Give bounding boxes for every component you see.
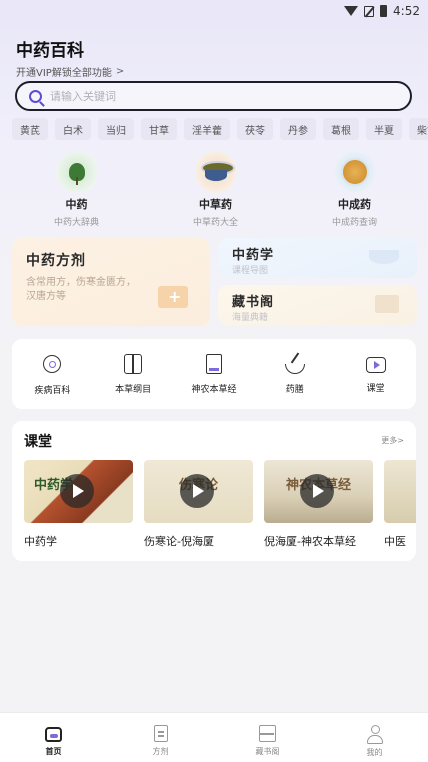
- document-icon: [153, 725, 168, 742]
- herb-tag[interactable]: 甘草: [141, 118, 177, 140]
- vip-text: 开通VIP解锁全部功能: [16, 68, 112, 79]
- video-play-icon: [365, 357, 386, 373]
- tab-prescriptions[interactable]: 方剂: [107, 713, 214, 762]
- category-patent-medicine[interactable]: 中成药 中成药查询: [285, 151, 424, 228]
- shortcut-classroom[interactable]: 课堂: [341, 354, 411, 394]
- course-thumbnail: [384, 460, 416, 523]
- bowl-icon: [369, 250, 399, 264]
- tab-library[interactable]: 藏书阁: [214, 713, 321, 762]
- book-icon: [124, 353, 143, 374]
- tab-label: 方剂: [152, 747, 169, 756]
- status-bar: 4:52: [0, 0, 428, 22]
- shortcut-label: 本草纲目: [115, 384, 152, 395]
- category-herbal-medicine[interactable]: 中草药 中草药大全: [146, 151, 285, 228]
- tab-label: 首页: [45, 747, 62, 756]
- shortcut-disease[interactable]: 疾病百科: [17, 353, 87, 396]
- course-thumbnail: 中药学: [24, 460, 133, 523]
- home-icon: [45, 727, 62, 742]
- classic-book-icon: [205, 353, 222, 374]
- card-title: 中药方剂: [26, 253, 86, 269]
- herb-tag-list: 黄芪 白术 当归 甘草 淫羊藿 茯苓 丹参 葛根 半夏 柴胡: [12, 118, 428, 140]
- play-icon[interactable]: [60, 474, 94, 508]
- header: 中药百科 开通VIP解锁全部功能 >: [16, 36, 124, 79]
- shortcut-medicinal-diet[interactable]: 药膳: [260, 354, 330, 395]
- mortar-icon: [284, 363, 305, 374]
- course-name: 倪海厦-神农本草经: [264, 535, 356, 548]
- shortcut-label: 药膳: [285, 384, 304, 395]
- category-subtitle: 中药大辞典: [53, 218, 99, 228]
- bookshelf-icon: [259, 725, 276, 742]
- play-icon[interactable]: [300, 474, 334, 508]
- search-bar[interactable]: [15, 81, 412, 111]
- play-icon[interactable]: [180, 474, 214, 508]
- category-row: 中药 中药大辞典 中草药 中草药大全 中成药 中成药查询: [0, 151, 428, 228]
- bottom-tab-bar: 首页 方剂 藏书阁 我的: [0, 712, 428, 762]
- card-description: 含常用方，伤寒金匮方，汉唐方等: [26, 277, 136, 302]
- herb-tag[interactable]: 当归: [98, 118, 134, 140]
- search-icon: [29, 89, 42, 103]
- status-time: 4:52: [393, 4, 420, 18]
- category-subtitle: 中成药查询: [331, 218, 377, 228]
- herb-tag[interactable]: 柴胡: [409, 118, 428, 140]
- shortcut-label: 课堂: [366, 384, 385, 394]
- category-chinese-medicine[interactable]: 中药 中药大辞典: [7, 151, 146, 228]
- herb-grain-image: [333, 151, 376, 193]
- course-thumbnail: 伤寒论: [144, 460, 253, 523]
- course-card[interactable]: 中药学 中药学: [24, 460, 133, 549]
- app-title: 中药百科: [16, 41, 84, 61]
- herb-bowl-image: [194, 151, 237, 193]
- category-subtitle: 中草药大全: [192, 218, 238, 228]
- tab-profile[interactable]: 我的: [321, 713, 428, 762]
- chevron-right-icon: >: [115, 66, 125, 77]
- category-title: 中药: [65, 198, 88, 211]
- herb-plant-image: [55, 151, 98, 193]
- herb-tag[interactable]: 茯苓: [237, 118, 273, 140]
- card-description: 课程导图: [232, 266, 269, 276]
- course-card[interactable]: 伤寒论 伤寒论-倪海厦: [144, 460, 253, 549]
- shortcut-compendium[interactable]: 本草纲目: [98, 353, 168, 395]
- herb-tag[interactable]: 黄芪: [12, 118, 48, 140]
- shortcut-label: 疾病百科: [34, 385, 71, 396]
- medicine-box-icon: [158, 286, 188, 308]
- course-name: 中医: [384, 535, 406, 548]
- more-link[interactable]: 更多>: [381, 435, 404, 446]
- no-sim-icon: [364, 5, 375, 17]
- herb-tag[interactable]: 丹参: [280, 118, 316, 140]
- section-title: 课堂: [24, 434, 52, 450]
- tab-home[interactable]: 首页: [0, 713, 107, 762]
- library-card[interactable]: 藏书阁 海量典籍: [218, 285, 417, 325]
- shortcut-shennong[interactable]: 神农本草经: [179, 353, 249, 395]
- virus-icon: [43, 354, 62, 373]
- search-input[interactable]: [50, 89, 350, 103]
- course-list: 中药学 中药学 伤寒论 伤寒论-倪海厦 神农本草经 倪海厦-神农本草经 中医: [24, 460, 416, 549]
- tab-label: 我的: [366, 748, 383, 757]
- category-title: 中成药: [338, 198, 371, 211]
- shortcut-panel: 疾病百科 本草纲目 神农本草经 药膳 课堂: [12, 339, 416, 409]
- tab-label: 藏书阁: [255, 747, 280, 756]
- user-icon: [366, 725, 384, 744]
- course-name: 中药学: [24, 535, 57, 548]
- course-panel: 课堂 更多> 中药学 中药学 伤寒论 伤寒论-倪海厦 神农本草经 倪海厦-神农本…: [12, 421, 416, 561]
- course-thumbnail: 神农本草经: [264, 460, 373, 523]
- prescription-card[interactable]: 中药方剂 含常用方，伤寒金匮方，汉唐方等: [12, 238, 210, 326]
- pharmacology-card[interactable]: 中药学 课程导图: [218, 238, 417, 278]
- wifi-icon: [344, 6, 359, 16]
- course-card[interactable]: 中医: [384, 460, 416, 549]
- herb-tag[interactable]: 葛根: [323, 118, 359, 140]
- card-description: 海量典籍: [232, 313, 269, 323]
- category-title: 中草药: [199, 198, 232, 211]
- herb-tag[interactable]: 淫羊藿: [184, 118, 230, 140]
- course-name: 伤寒论-倪海厦: [144, 535, 214, 548]
- herb-tag[interactable]: 白术: [55, 118, 91, 140]
- herb-tag[interactable]: 半夏: [366, 118, 402, 140]
- vip-link[interactable]: 开通VIP解锁全部功能 >: [16, 64, 124, 79]
- battery-icon: [380, 5, 388, 17]
- book-icon: [375, 295, 399, 313]
- course-card[interactable]: 神农本草经 倪海厦-神农本草经: [264, 460, 373, 549]
- shortcut-label: 神农本草经: [191, 384, 237, 395]
